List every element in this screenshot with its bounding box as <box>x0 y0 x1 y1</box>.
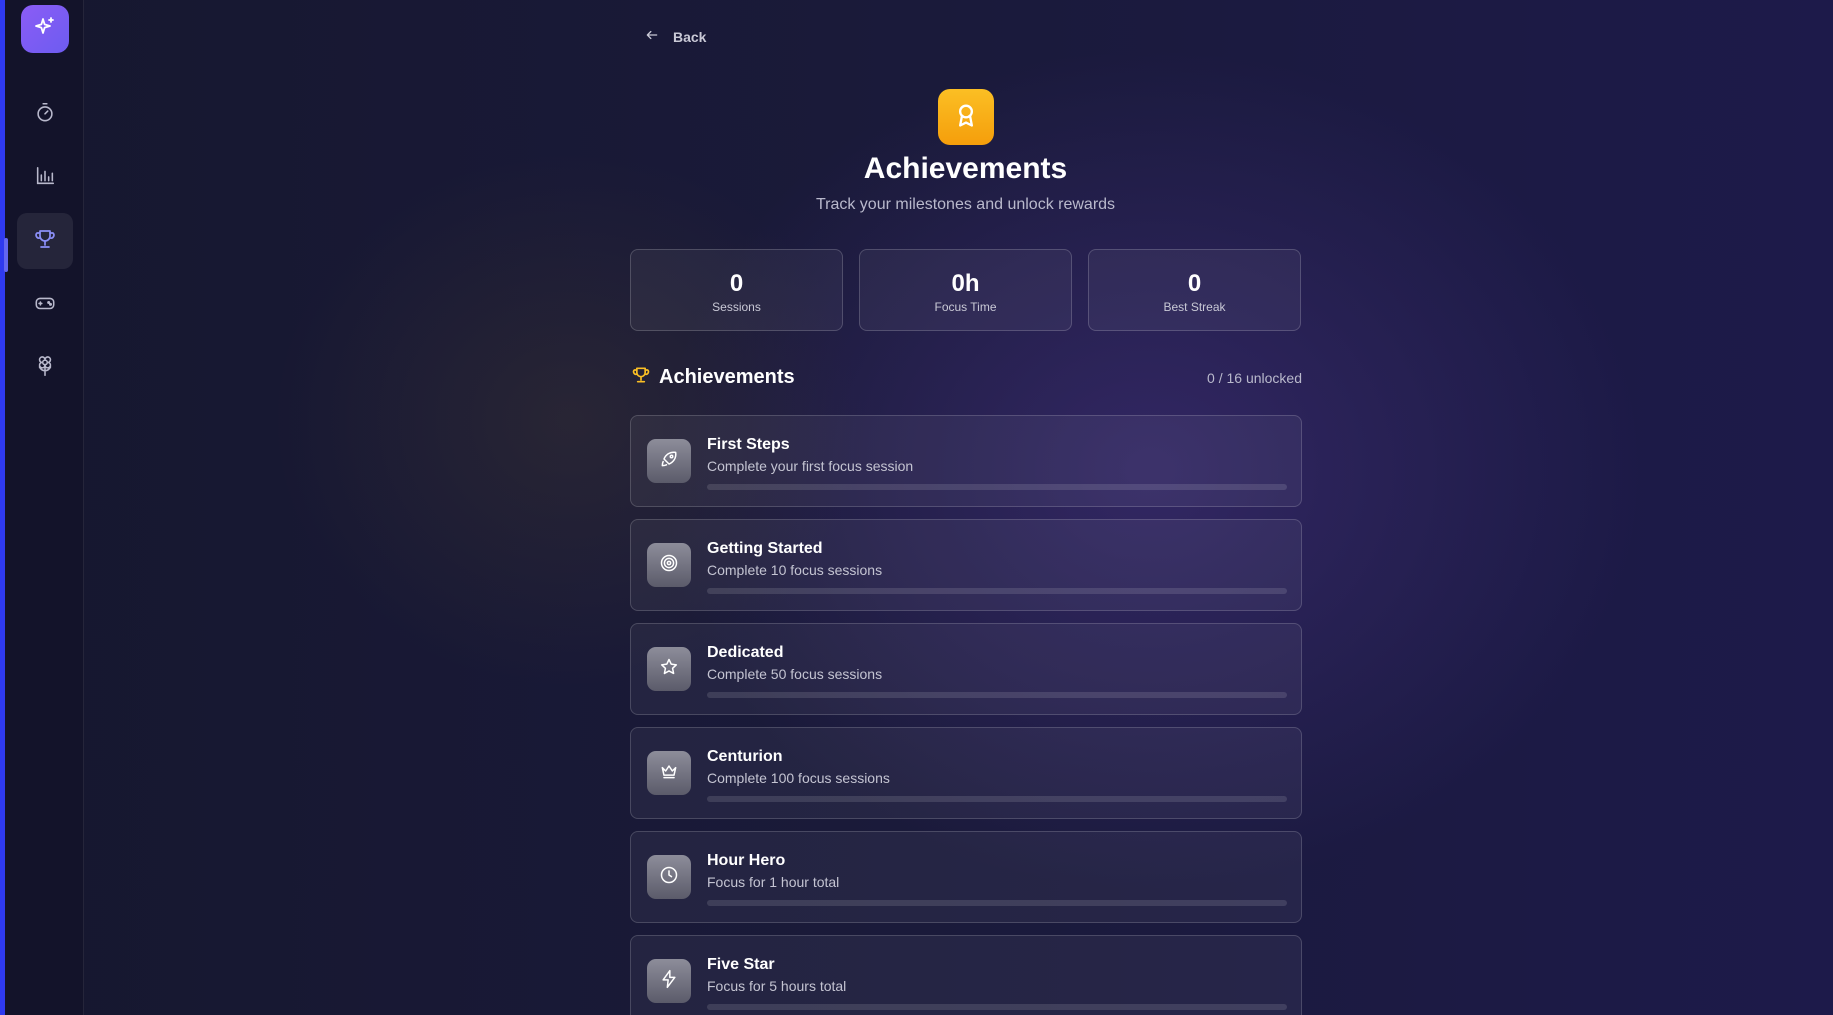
sidebar-item-stats[interactable] <box>17 150 73 206</box>
stat-sessions: 0 Sessions <box>630 249 843 331</box>
unlocked-count: 0 / 16 unlocked <box>1207 369 1302 386</box>
sidebar <box>4 0 84 1015</box>
achievement-progress <box>707 484 1287 490</box>
achievement-name: Dedicated <box>707 644 784 661</box>
stat-value: 0h <box>951 270 980 297</box>
active-nav-indicator <box>4 238 8 272</box>
achievement-card[interactable]: Centurion Complete 100 focus sessions <box>630 727 1302 819</box>
achievements-header: Achievements 0 / 16 unlocked <box>631 365 1302 390</box>
bar-chart-icon <box>34 165 56 192</box>
gamepad-icon <box>33 292 57 319</box>
stat-label: Sessions <box>712 300 761 314</box>
page-title: Achievements <box>863 152 1068 185</box>
achievement-name: First Steps <box>707 436 790 453</box>
achievement-card[interactable]: First Steps Complete your first focus se… <box>630 415 1302 507</box>
achievement-icon-tile <box>647 439 691 483</box>
back-label: Back <box>673 28 707 45</box>
achievement-name: Hour Hero <box>707 852 786 869</box>
achievement-name: Centurion <box>707 748 783 765</box>
stat-focus-time: 0h Focus Time <box>859 249 1072 331</box>
achievement-description: Focus for 1 hour total <box>707 874 840 890</box>
stat-value: 0 <box>729 270 744 297</box>
achievement-progress <box>707 900 1287 906</box>
achievement-name: Getting Started <box>707 540 823 557</box>
achievement-description: Complete 100 focus sessions <box>707 770 890 786</box>
achievement-card[interactable]: Five Star Focus for 5 hours total <box>630 935 1302 1015</box>
arrow-left-icon <box>645 28 659 45</box>
section-title: Achievements <box>659 366 795 388</box>
achievement-description: Complete 10 focus sessions <box>707 562 883 578</box>
achievement-card[interactable]: Hour Hero Focus for 1 hour total <box>630 831 1302 923</box>
target-icon <box>659 553 679 578</box>
achievement-description: Complete 50 focus sessions <box>707 666 883 682</box>
stat-value: 0 <box>1187 270 1202 297</box>
achievement-icon-tile <box>647 959 691 1003</box>
achievement-name: Five Star <box>707 956 775 973</box>
achievement-icon-tile <box>647 751 691 795</box>
app-logo[interactable] <box>21 5 69 53</box>
back-button[interactable]: Back <box>645 28 706 45</box>
stat-label: Best Streak <box>1163 300 1226 314</box>
achievement-card[interactable]: Dedicated Complete 50 focus sessions <box>630 623 1302 715</box>
sidebar-item-achievements[interactable] <box>17 213 73 269</box>
stopwatch-icon <box>34 101 56 128</box>
achievement-icon-tile <box>647 543 691 587</box>
sidebar-item-timer[interactable] <box>17 86 73 142</box>
trophy-icon <box>631 365 651 390</box>
flower-icon <box>34 355 56 383</box>
crown-icon <box>659 761 679 786</box>
achievement-progress <box>707 588 1287 594</box>
achievement-progress <box>707 796 1287 802</box>
achievement-description: Focus for 5 hours total <box>707 978 847 994</box>
stat-best-streak: 0 Best Streak <box>1088 249 1301 331</box>
achievement-icon-tile <box>647 855 691 899</box>
sparkles-icon <box>33 15 57 44</box>
achievement-progress <box>707 1004 1287 1010</box>
clock-icon <box>659 865 679 890</box>
stat-label: Focus Time <box>934 300 997 314</box>
page-subtitle: Track your milestones and unlock rewards <box>815 196 1116 213</box>
achievement-progress <box>707 692 1287 698</box>
award-icon <box>952 101 980 134</box>
achievement-description: Complete your first focus session <box>707 458 914 474</box>
achievements-badge <box>938 89 994 145</box>
trophy-icon <box>33 227 57 256</box>
star-icon <box>659 657 679 682</box>
rocket-icon <box>659 449 679 474</box>
sidebar-item-games[interactable] <box>17 277 73 333</box>
sidebar-item-garden[interactable] <box>17 341 73 397</box>
lightning-icon <box>659 969 679 994</box>
achievement-icon-tile <box>647 647 691 691</box>
achievement-card[interactable]: Getting Started Complete 10 focus sessio… <box>630 519 1302 611</box>
